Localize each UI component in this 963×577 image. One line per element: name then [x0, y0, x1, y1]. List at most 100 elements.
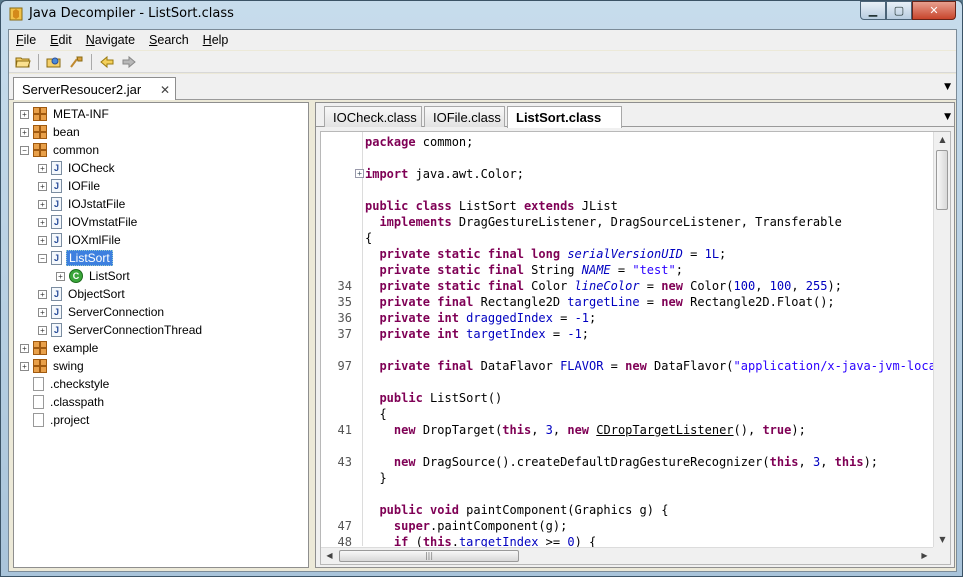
tree-item[interactable]: + swing [20, 357, 86, 375]
tree-item[interactable]: − common [20, 141, 101, 159]
close-icon: ✕ [929, 4, 939, 17]
menu-search[interactable]: Search [142, 33, 196, 47]
open-type-button[interactable] [43, 52, 65, 72]
expand-icon[interactable]: + [38, 235, 47, 245]
tree-item[interactable]: + META-INF [20, 105, 111, 123]
menu-file[interactable]: File [9, 33, 43, 47]
code-text: private static final String NAME = "test… [379, 263, 683, 277]
horizontal-scroll-thumb[interactable]: ||| [339, 550, 519, 562]
code-line: 35 private final Rectangle2D targetLine … [321, 294, 931, 310]
tree-item-label: IOFile [68, 179, 101, 193]
expand-icon[interactable]: + [38, 163, 47, 173]
tree-item[interactable]: + J ServerConnectionThread [38, 321, 204, 339]
tree-item[interactable]: + J ObjectSort [38, 285, 127, 303]
class-tab-list-dropdown-icon[interactable]: ▼ [944, 112, 951, 122]
forward-button[interactable] [118, 52, 140, 72]
expand-icon[interactable]: + [38, 307, 47, 317]
search-button[interactable] [65, 52, 87, 72]
vertical-scroll-thumb[interactable] [936, 150, 948, 210]
scroll-right-icon[interactable]: ▶ [916, 548, 933, 564]
tree-item[interactable]: + J IOCheck [38, 159, 117, 177]
tree-item[interactable]: + bean [20, 123, 82, 141]
minimize-button[interactable]: ▁ [860, 1, 886, 20]
collapse-icon[interactable]: − [20, 145, 29, 155]
expand-icon[interactable]: + [20, 109, 29, 119]
window-title: Java Decompiler - ListSort.class [29, 6, 234, 21]
tab-iocheck-class[interactable]: IOCheck.class [324, 106, 422, 127]
expand-icon[interactable]: + [56, 271, 65, 281]
close-tab-icon[interactable]: ✕ [160, 83, 170, 97]
code-line: private static final long serialVersionU… [321, 246, 931, 262]
code-line: public void paintComponent(Graphics g) { [321, 502, 931, 518]
tree-item[interactable]: .classpath [20, 393, 106, 411]
code-line: package common; [321, 134, 931, 150]
open-file-button[interactable] [12, 52, 34, 72]
client-area: File Edit Navigate Search Help ServerRes… [8, 29, 957, 572]
tree-item[interactable]: + C ListSort [56, 267, 132, 285]
code-line: { [321, 230, 931, 246]
menu-navigate[interactable]: Navigate [79, 33, 142, 47]
tree-item[interactable]: + J IOXmlFile [38, 231, 123, 249]
close-button[interactable]: ✕ [912, 1, 956, 20]
scroll-down-icon[interactable]: ▼ [934, 532, 950, 548]
tab-listsort-class[interactable]: ListSort.class [507, 106, 622, 128]
tree-item[interactable]: + J ServerConnection [38, 303, 166, 321]
expand-icon[interactable]: + [38, 325, 47, 335]
code-text: new DragSource().createDefaultDragGestur… [393, 455, 879, 469]
expand-icon[interactable]: + [20, 343, 29, 353]
tree-item[interactable]: + example [20, 339, 100, 357]
expand-icon[interactable]: + [20, 127, 29, 137]
expand-icon[interactable]: + [38, 217, 47, 227]
tab-iofile-class[interactable]: IOFile.class [424, 106, 505, 127]
collapse-icon[interactable]: − [38, 253, 47, 263]
expand-icon[interactable]: + [38, 199, 47, 209]
code-line: + import java.awt.Color; [321, 166, 931, 182]
line-number: 36 [337, 311, 352, 325]
vertical-scrollbar[interactable]: ▲ ▼ [933, 132, 950, 548]
jar-tab-strip: ServerResoucer2.jar ✕ ▼ [9, 74, 956, 100]
menu-help[interactable]: Help [196, 33, 236, 47]
tree-item[interactable]: + J IOJstatFile [38, 195, 127, 213]
search-icon [70, 56, 83, 68]
code-line: 97 private final DataFlavor FLAVOR = new… [321, 358, 950, 374]
code-text: implements DragGestureListener, DragSour… [379, 215, 842, 229]
tree-item[interactable]: + J IOVmstatFile [38, 213, 139, 231]
code-text: private int draggedIndex = -1; [379, 311, 597, 325]
maximize-button[interactable]: ▢ [886, 1, 912, 20]
line-number: 35 [337, 295, 352, 309]
tab-serverresoucer2-jar[interactable]: ServerResoucer2.jar ✕ [13, 77, 176, 100]
tab-label: IOFile.class [433, 109, 501, 125]
code-text: { [365, 407, 387, 421]
back-button[interactable] [96, 52, 118, 72]
line-number: 41 [337, 423, 352, 437]
file-icon [33, 377, 44, 391]
tree-item[interactable]: .checkstyle [20, 375, 111, 393]
tab-list-dropdown-icon[interactable]: ▼ [944, 82, 951, 92]
code-line: 37 private int targetIndex = -1; [321, 326, 931, 342]
horizontal-scrollbar[interactable]: ◀ ||| ▶ [321, 547, 933, 564]
fold-expand-icon[interactable]: + [355, 169, 364, 178]
expand-icon[interactable]: + [38, 181, 47, 191]
scroll-up-icon[interactable]: ▲ [934, 132, 950, 148]
tree-item[interactable]: + J IOFile [38, 177, 102, 195]
tree-item-label: ServerConnectionThread [68, 323, 203, 337]
tree-item[interactable]: .project [20, 411, 91, 429]
expand-icon[interactable]: + [20, 361, 29, 371]
code-editor[interactable]: package common; + import java.awt.Color; pu… [320, 131, 951, 565]
expand-icon[interactable]: + [38, 289, 47, 299]
code-text: public void paintComponent(Graphics g) { [379, 503, 669, 517]
menu-bar: File Edit Navigate Search Help [9, 30, 956, 50]
package-tree: + META-INF + bean − common + J IOCheck + J IOFile + J… [13, 102, 309, 568]
scroll-left-icon[interactable]: ◀ [321, 548, 338, 564]
package-icon [33, 359, 47, 373]
tree-item[interactable]: − J ListSort [38, 249, 113, 267]
java-file-icon: J [51, 161, 62, 175]
menu-edit[interactable]: Edit [43, 33, 79, 47]
title-bar[interactable]: Java Decompiler - ListSort.class ▁ ▢ ✕ [1, 1, 962, 29]
code-text: private static final Color lineColor = n… [379, 279, 842, 293]
package-icon [33, 341, 47, 355]
line-number: 37 [337, 327, 352, 341]
